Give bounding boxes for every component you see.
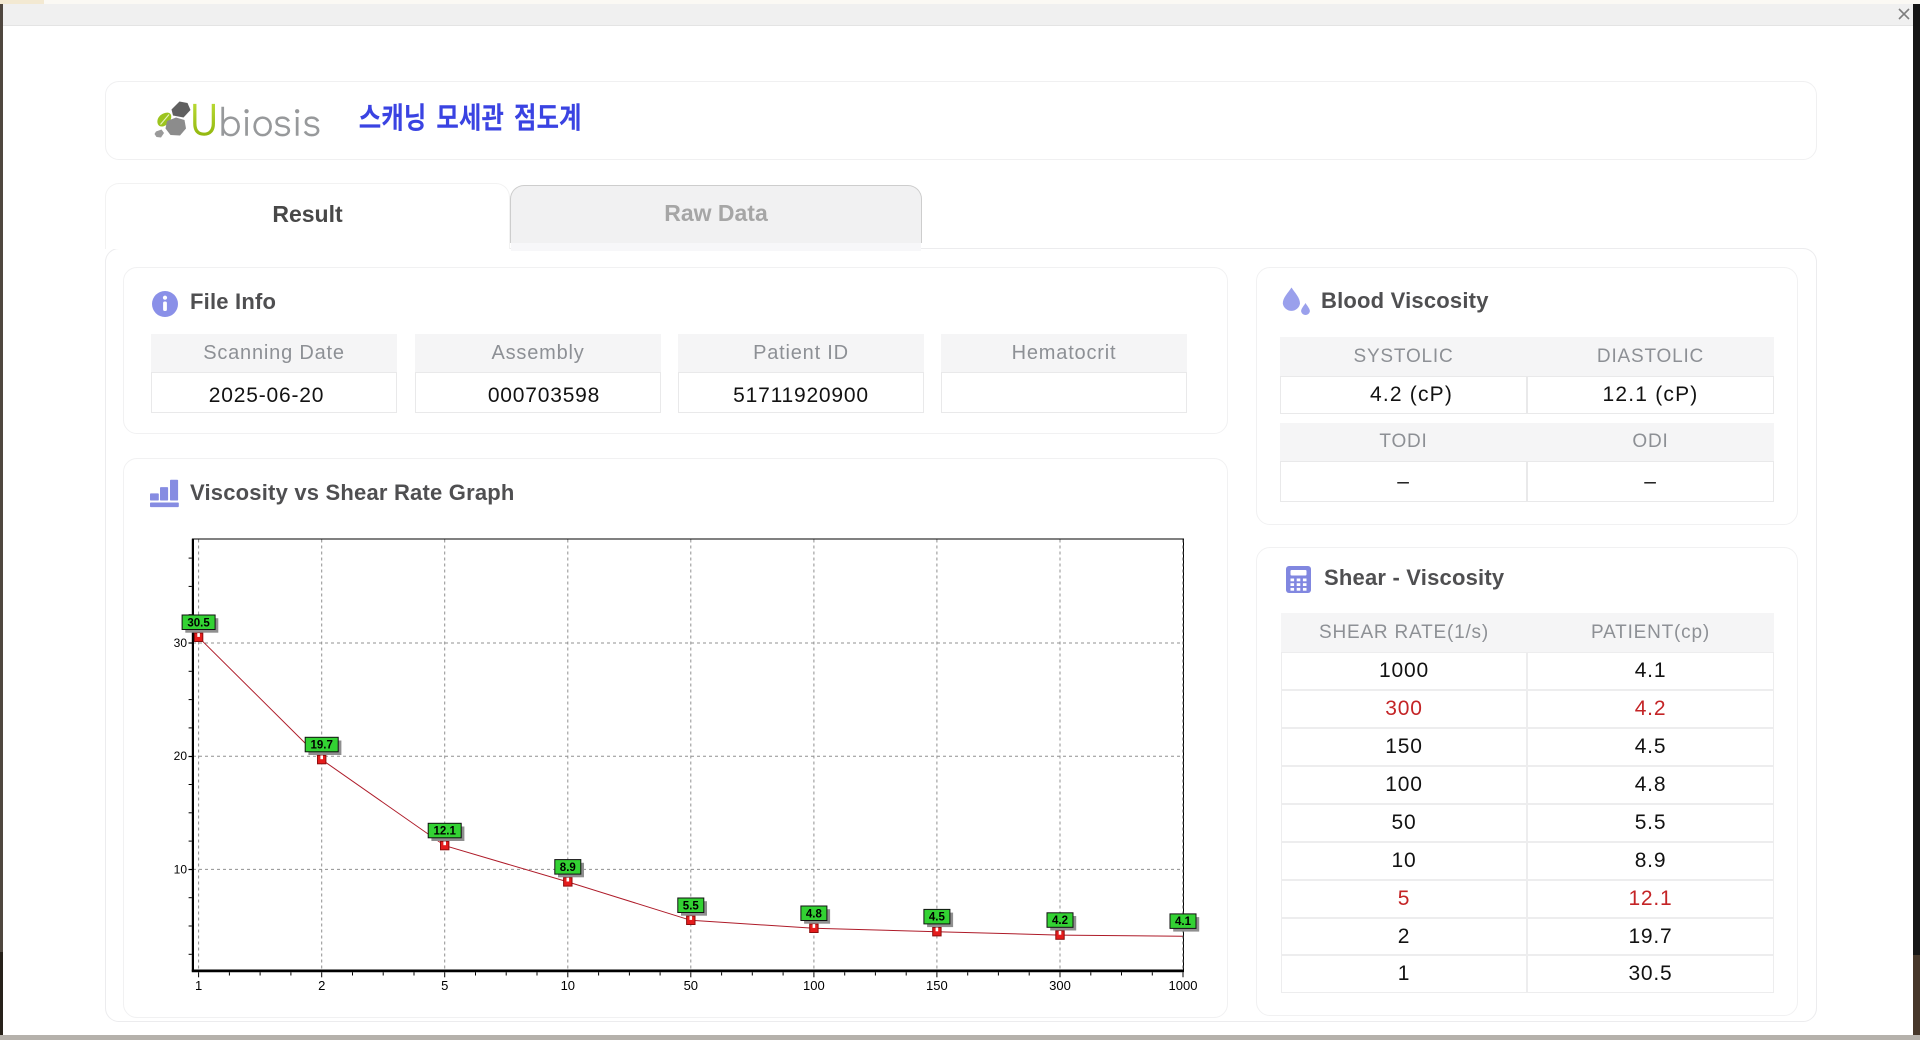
svg-text:300: 300: [1049, 978, 1071, 993]
svg-text:5.5: 5.5: [683, 900, 700, 912]
svg-text:5: 5: [441, 978, 448, 993]
svg-text:1000: 1000: [1169, 978, 1198, 993]
svg-text:150: 150: [926, 978, 948, 993]
svg-text:19.7: 19.7: [311, 740, 333, 752]
svg-text:4.5: 4.5: [929, 912, 946, 924]
svg-text:30.5: 30.5: [187, 617, 210, 629]
svg-text:10: 10: [174, 862, 188, 876]
svg-text:20: 20: [174, 749, 188, 763]
svg-text:30: 30: [174, 636, 188, 650]
svg-text:50: 50: [684, 978, 698, 993]
svg-text:100: 100: [803, 978, 825, 993]
svg-text:1: 1: [195, 978, 202, 993]
svg-text:12.1: 12.1: [434, 826, 457, 838]
svg-text:4.8: 4.8: [806, 908, 823, 920]
svg-text:10: 10: [561, 978, 575, 993]
svg-text:2: 2: [318, 978, 325, 993]
svg-text:8.9: 8.9: [560, 862, 576, 874]
svg-text:4.2: 4.2: [1052, 915, 1068, 927]
svg-text:4.1: 4.1: [1175, 916, 1192, 928]
